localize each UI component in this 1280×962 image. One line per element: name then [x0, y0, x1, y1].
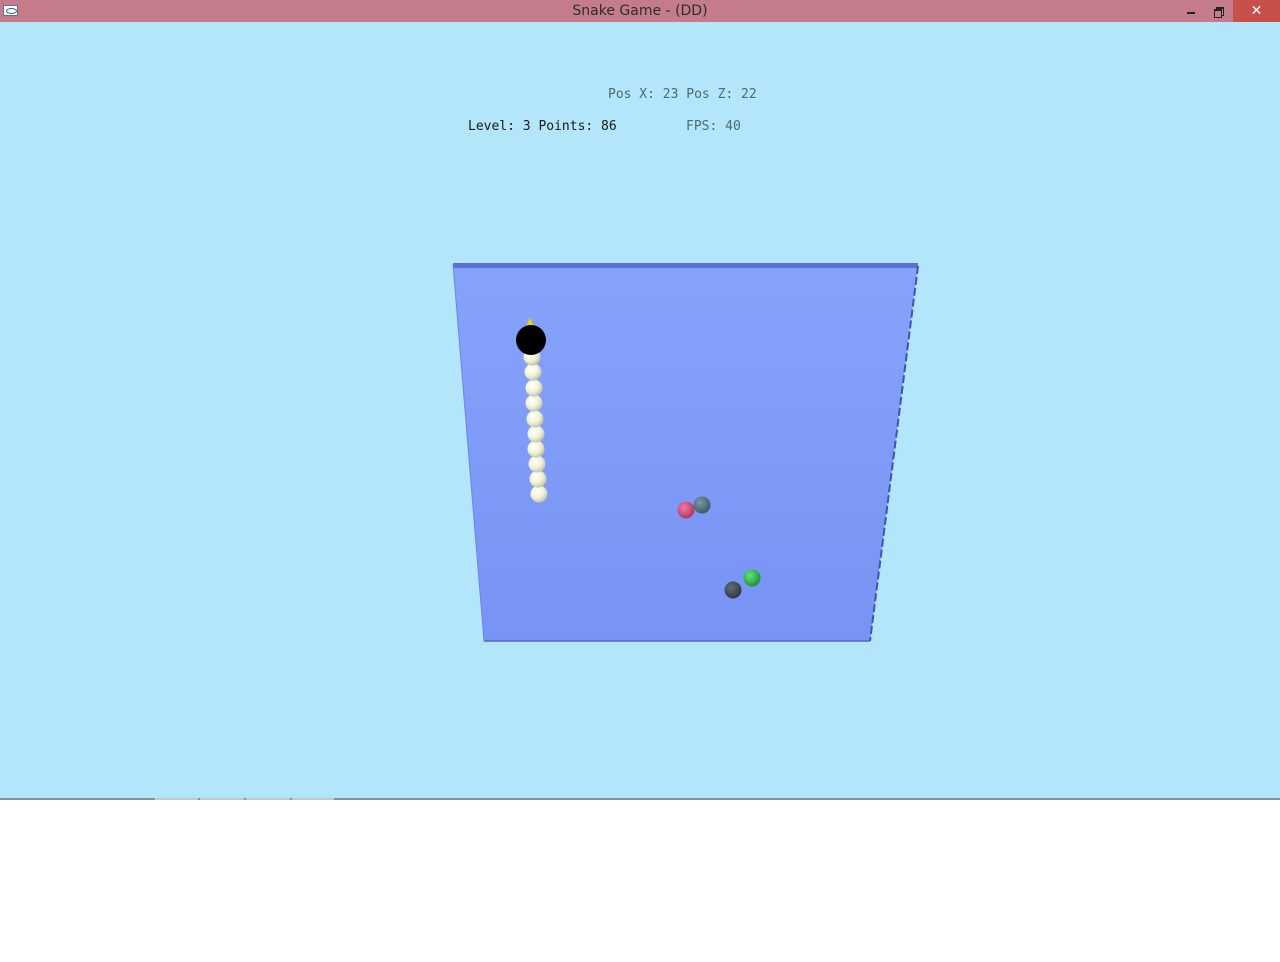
snake-segment	[525, 394, 543, 412]
food-green	[743, 569, 761, 587]
obstacle-dark	[724, 581, 742, 599]
taskbar-tab	[246, 798, 290, 800]
snake-segment	[528, 455, 546, 473]
snake-segment	[527, 440, 545, 458]
snake-head	[516, 325, 546, 355]
snake-segment	[524, 363, 542, 381]
board-top-edge	[453, 263, 918, 268]
food-pink	[677, 501, 695, 519]
snake-segment	[526, 410, 544, 428]
snake-segment	[529, 470, 547, 488]
game-window: Snake Game - (DD) ✕ Pos X: 23 Pos Z: 22 …	[0, 0, 1280, 800]
snake-segment	[527, 425, 545, 443]
taskbar-tab	[200, 798, 244, 800]
taskbar-tab	[292, 798, 334, 800]
obstacle-teal	[693, 496, 711, 514]
snake-segment	[525, 379, 543, 397]
game-scene[interactable]	[0, 0, 1280, 800]
game-board	[453, 264, 918, 641]
taskbar-tab	[155, 798, 198, 800]
snake-segment	[530, 485, 548, 503]
